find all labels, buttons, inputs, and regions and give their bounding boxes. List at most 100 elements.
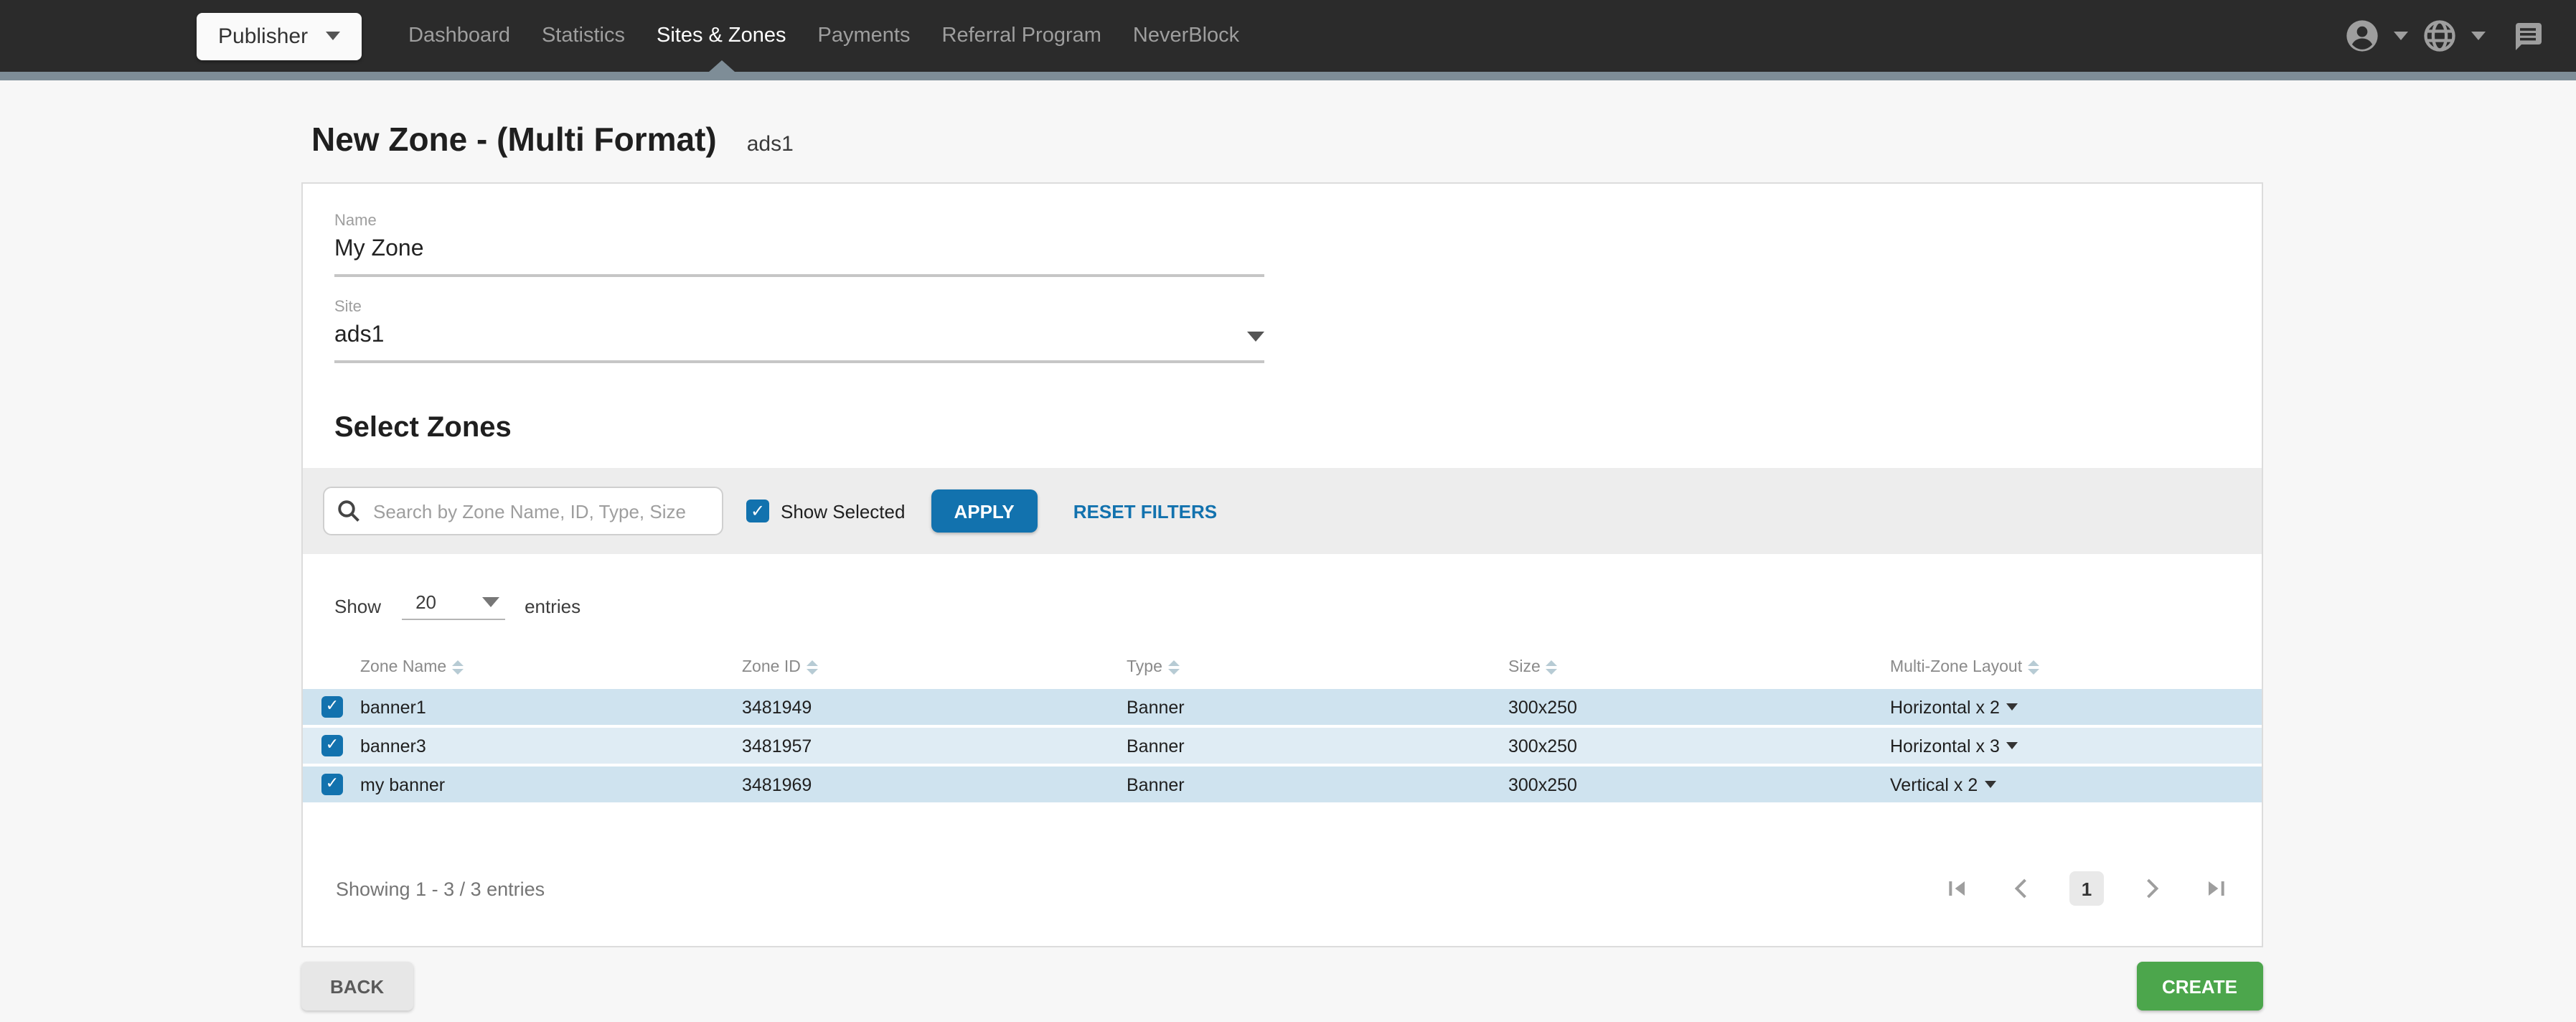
column-header-type-label: Type	[1127, 659, 1162, 676]
show-label: Show	[334, 595, 381, 617]
account-chevron-down-icon[interactable]	[2394, 32, 2408, 40]
page-size-select[interactable]: 20	[401, 591, 504, 620]
site-select-value: ads1	[334, 323, 384, 349]
layout-dropdown-value: Vertical x 2	[1890, 774, 1978, 794]
nav-item-neverblock[interactable]: NeverBlock	[1117, 0, 1255, 72]
nav-right-icons	[2344, 17, 2576, 55]
name-input-value: My Zone	[334, 237, 424, 263]
entries-label: entries	[525, 595, 580, 617]
cell-type: Banner	[1127, 774, 1508, 794]
nav-accent-strip	[0, 72, 2576, 80]
bottom-actions: BACK CREATE	[301, 962, 2263, 1011]
nav-menu: Dashboard Statistics Sites & Zones Payme…	[392, 0, 1255, 72]
page-size-chevron-down-icon	[481, 597, 499, 607]
cell-type: Banner	[1127, 697, 1508, 717]
page-size-control: Show 20 entries	[334, 591, 2262, 620]
column-header-multi-zone-layout-label: Multi-Zone Layout	[1890, 659, 2022, 676]
layout-dropdown[interactable]: Horizontal x 2	[1890, 697, 2262, 717]
column-header-size[interactable]: Size	[1508, 659, 1890, 676]
row-checkbox[interactable]: ✓	[321, 735, 343, 756]
table-row: ✓ my banner 3481969 Banner 300x250 Verti…	[303, 766, 2262, 802]
chevron-down-icon	[325, 32, 339, 40]
cell-zone-id: 3481969	[742, 774, 1127, 794]
column-header-zone-name-label: Zone Name	[360, 659, 446, 676]
nav-item-referral-program[interactable]: Referral Program	[926, 0, 1117, 72]
cell-size: 300x250	[1508, 736, 1890, 756]
create-button[interactable]: CREATE	[2136, 962, 2263, 1011]
chat-icon[interactable]	[2510, 19, 2544, 53]
zone-search-box[interactable]	[323, 487, 723, 535]
page-header: New Zone - (Multi Format) ads1	[311, 121, 2576, 159]
layout-chevron-down-icon	[2007, 742, 2018, 749]
nav-item-statistics[interactable]: Statistics	[526, 0, 641, 72]
sort-icon	[1168, 660, 1180, 675]
page-site-name: ads1	[747, 132, 794, 156]
cell-zone-name: my banner	[360, 774, 742, 794]
layout-dropdown-value: Horizontal x 3	[1890, 736, 2000, 756]
zones-table-body: ✓ banner1 3481949 Banner 300x250 Horizon…	[303, 689, 2262, 802]
layout-chevron-down-icon	[2007, 703, 2018, 711]
sort-icon	[1546, 660, 1558, 675]
name-input[interactable]: My Zone	[334, 230, 1264, 277]
sort-icon	[2028, 660, 2039, 675]
last-page-button[interactable]	[2199, 871, 2233, 906]
sort-icon	[452, 660, 464, 675]
show-selected-checkbox[interactable]: ✓	[746, 500, 769, 522]
page-title: New Zone - (Multi Format)	[311, 121, 717, 159]
row-checkbox[interactable]: ✓	[321, 696, 343, 718]
zones-filter-bar: ✓ Show Selected APPLY RESET FILTERS	[303, 468, 2262, 554]
zone-search-input[interactable]	[370, 499, 710, 523]
language-chevron-down-icon[interactable]	[2471, 32, 2486, 40]
page-size-value: 20	[415, 591, 436, 613]
apply-button[interactable]: APPLY	[931, 489, 1037, 533]
column-header-zone-name[interactable]: Zone Name	[360, 659, 742, 676]
language-globe-icon[interactable]	[2421, 17, 2458, 55]
name-field-label: Name	[334, 212, 1264, 230]
cell-type: Banner	[1127, 736, 1508, 756]
layout-dropdown[interactable]: Horizontal x 3	[1890, 736, 2262, 756]
cell-zone-id: 3481957	[742, 736, 1127, 756]
back-button[interactable]: BACK	[301, 962, 413, 1011]
column-header-type[interactable]: Type	[1127, 659, 1508, 676]
current-page-button[interactable]: 1	[2069, 871, 2104, 906]
previous-page-button[interactable]	[2005, 871, 2039, 906]
pagination: 1	[1940, 871, 2233, 906]
layout-dropdown[interactable]: Vertical x 2	[1890, 774, 2262, 794]
layout-dropdown-value: Horizontal x 2	[1890, 697, 2000, 717]
column-header-size-label: Size	[1508, 659, 1541, 676]
table-row: ✓ banner3 3481957 Banner 300x250 Horizon…	[303, 728, 2262, 764]
zones-table-header: Zone Name Zone ID Type Size Multi-Zone L…	[303, 652, 2262, 683]
reset-filters-link[interactable]: RESET FILTERS	[1073, 500, 1217, 522]
site-field-label: Site	[334, 299, 1264, 316]
site-field: Site ads1	[334, 299, 1264, 363]
cell-size: 300x250	[1508, 774, 1890, 794]
cell-zone-name: banner3	[360, 736, 742, 756]
cell-size: 300x250	[1508, 697, 1890, 717]
column-header-multi-zone-layout[interactable]: Multi-Zone Layout	[1890, 659, 2262, 676]
show-selected-label: Show Selected	[781, 500, 905, 522]
nav-item-sites-zones[interactable]: Sites & Zones	[641, 0, 802, 72]
layout-chevron-down-icon	[1985, 781, 1996, 788]
publisher-dropdown[interactable]: Publisher	[197, 12, 361, 60]
next-page-button[interactable]	[2134, 871, 2168, 906]
show-selected-toggle[interactable]: ✓ Show Selected	[746, 500, 905, 522]
column-header-zone-id[interactable]: Zone ID	[742, 659, 1127, 676]
sort-icon	[807, 660, 818, 675]
search-icon	[336, 498, 362, 524]
account-icon[interactable]	[2344, 17, 2381, 55]
first-page-button[interactable]	[1940, 871, 1975, 906]
active-tab-indicator	[708, 60, 734, 72]
row-checkbox[interactable]: ✓	[321, 774, 343, 795]
nav-item-payments[interactable]: Payments	[802, 0, 926, 72]
table-footer: Showing 1 - 3 / 3 entries 1	[336, 871, 2233, 946]
select-zones-heading: Select Zones	[334, 412, 2262, 445]
zones-table: Zone Name Zone ID Type Size Multi-Zone L…	[303, 652, 2262, 802]
nav-item-sites-zones-label: Sites & Zones	[657, 24, 786, 47]
name-field: Name My Zone	[334, 212, 1264, 277]
app: Publisher Dashboard Statistics Sites & Z…	[0, 0, 2576, 1022]
cell-zone-id: 3481949	[742, 697, 1127, 717]
site-chevron-down-icon	[1247, 331, 1264, 341]
nav-item-dashboard[interactable]: Dashboard	[392, 0, 526, 72]
column-header-zone-id-label: Zone ID	[742, 659, 801, 676]
site-select[interactable]: ads1	[334, 316, 1264, 363]
